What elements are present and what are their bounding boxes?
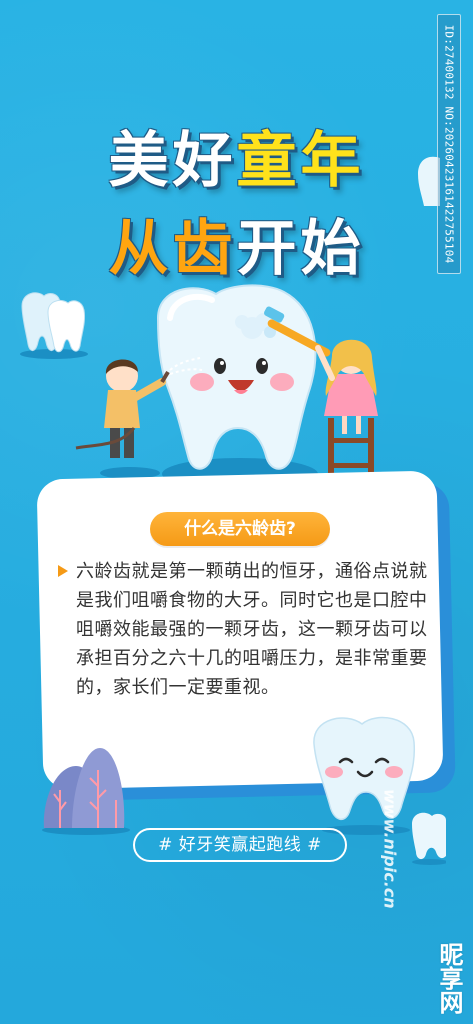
title-part-3: 从齿 [108, 214, 237, 284]
watermark-id: ID:27400132 NO:20260423161422755104 [437, 14, 461, 274]
watermark-brand: www.nipic.cn 昵享网 [381, 789, 467, 1014]
title-part-4: 开始 [236, 214, 365, 284]
bullet-arrow-icon [58, 565, 68, 577]
info-paragraph: 六龄齿就是第一颗萌出的恒牙，通俗点说就是我们咀嚼食物的大牙。同时它也是口腔中咀嚼… [76, 561, 428, 698]
title-part-1: 美好 [108, 126, 237, 196]
title-part-2: 童年 [236, 126, 365, 196]
watermark-id-text: ID:27400132 NO:20260423161422755104 [442, 24, 456, 264]
tree-decoration [42, 748, 130, 835]
title-line-1: 美好童年 [0, 112, 473, 199]
watermark-brand-text: 昵享网 [435, 942, 463, 1014]
tooth-illustration [75, 284, 378, 498]
watermark-site: www.nipic.cn [380, 789, 400, 909]
question-badge: 什么是六龄齿? [150, 512, 330, 546]
slogan-pill: # 好牙笑赢起跑线 # [133, 828, 347, 862]
title-line-2: 从齿开始 [0, 200, 473, 287]
